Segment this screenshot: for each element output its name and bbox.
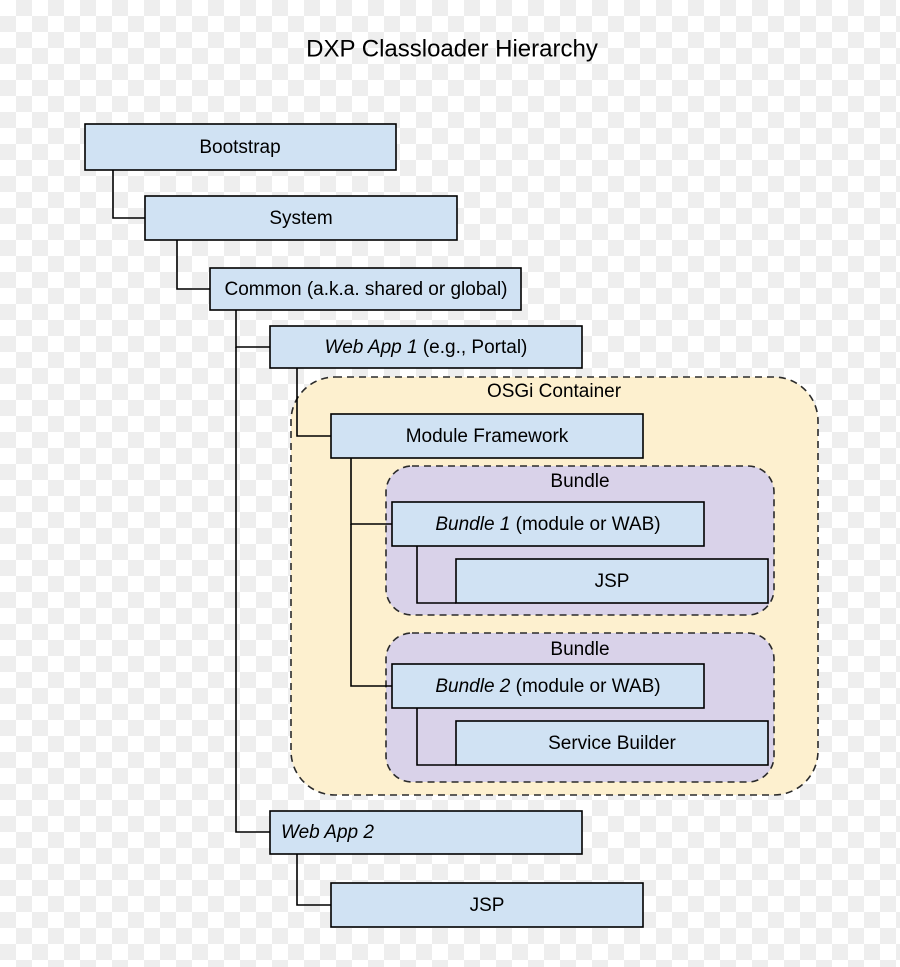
connector-common-webapp1 [235,310,270,348]
node-web-app-2-label-emphasis: Web App 2 [281,822,374,843]
classloader-hierarchy-diagram: DXP Classloader Hierarchy OSGi Container… [84,35,819,928]
node-web-app-2-jsp-label: JSP [470,895,505,916]
node-common-label: Common (a.k.a. shared or global) [224,279,507,300]
node-bundle-2-label-emphasis: Bundle 2 [435,676,510,697]
node-bundle-1[interactable]: Bundle 1 (module or WAB) [391,501,705,547]
node-web-app-2[interactable]: Web App 2 [269,810,583,855]
node-bundle-1-label-rest: (module or WAB) [510,514,660,535]
node-bundle-2[interactable]: Bundle 2 (module or WAB) [391,663,705,709]
connector-system-common [176,240,210,290]
node-service-builder[interactable]: Service Builder [455,720,769,766]
page-title: DXP Classloader Hierarchy [306,35,598,62]
node-bundle-2-label-rest: (module or WAB) [510,676,660,697]
node-bundle-1-label-emphasis: Bundle 1 [435,514,510,535]
diagram-canvas: DXP Classloader Hierarchy OSGi Container… [0,0,900,967]
node-web-app-1-label-emphasis: Web App 1 [325,337,418,358]
node-bundle-2-label: Bundle 2 (module or WAB) [435,676,660,697]
node-web-app-2-jsp[interactable]: JSP [330,882,644,928]
node-bootstrap-label: Bootstrap [199,137,280,158]
node-web-app-1-label: Web App 1 (e.g., Portal) [325,337,528,358]
connector-webapp2-jsp [296,854,331,906]
node-module-framework-label: Module Framework [406,426,569,447]
node-common[interactable]: Common (a.k.a. shared or global) [209,267,522,311]
osgi-container-label: OSGi Container [487,381,622,402]
node-bootstrap[interactable]: Bootstrap [84,123,397,171]
connector-bootstrap-system [112,170,145,219]
node-bundle-1-label: Bundle 1 (module or WAB) [435,514,660,535]
node-module-framework[interactable]: Module Framework [330,413,644,459]
connector-common-webapp2 [235,347,270,833]
node-web-app-1[interactable]: Web App 1 (e.g., Portal) [269,325,583,369]
node-service-builder-label: Service Builder [548,733,676,754]
node-bundle-1-jsp[interactable]: JSP [455,558,769,604]
node-web-app-1-label-rest: (e.g., Portal) [418,337,528,358]
bundle-group-2-label: Bundle [550,639,609,660]
node-bundle-1-jsp-label: JSP [595,571,630,592]
node-web-app-2-label: Web App 2 [281,822,374,843]
bundle-group-1-label: Bundle [550,471,609,492]
node-system[interactable]: System [144,195,458,241]
node-system-label: System [269,208,332,229]
